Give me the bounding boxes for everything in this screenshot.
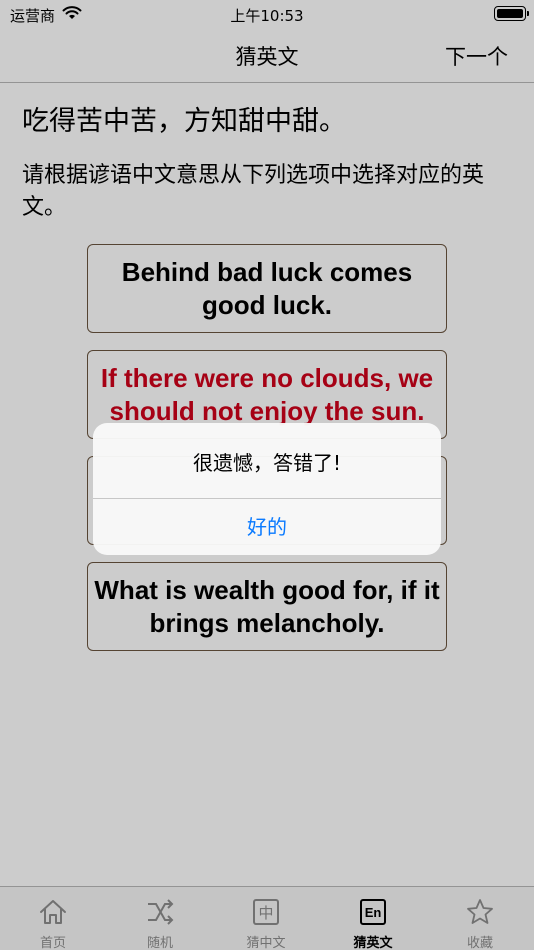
alert-ok-button[interactable]: 好的 (93, 499, 441, 555)
screen: 运营商 上午10:53 猜英文 下一个 吃得苦中苦，方知甜中甜。 请根据谚语中文… (0, 0, 534, 950)
alert-dialog: 很遗憾，答错了! 好的 (93, 423, 441, 555)
alert-message: 很遗憾，答错了! (192, 451, 342, 475)
